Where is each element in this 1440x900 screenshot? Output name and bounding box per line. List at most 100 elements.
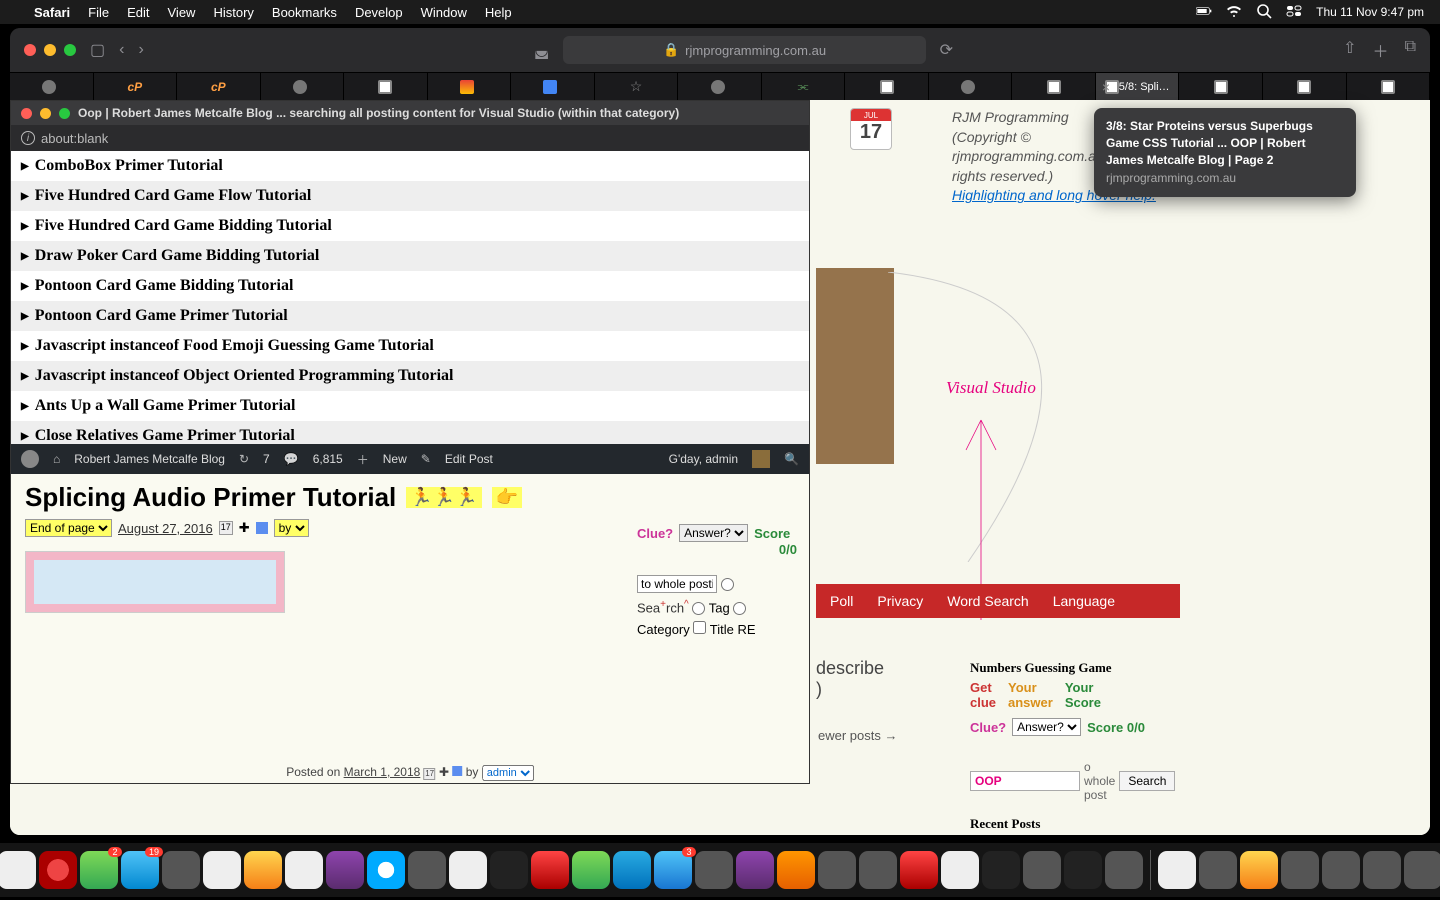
dock-app-mail[interactable]: 19 [121, 851, 159, 889]
dock-app[interactable] [941, 851, 979, 889]
wifi-icon[interactable] [1226, 3, 1242, 22]
dock-app-calendar[interactable] [285, 851, 323, 889]
menu-develop[interactable]: Develop [355, 5, 403, 20]
dock-app[interactable] [613, 851, 651, 889]
site-name[interactable]: Robert James Metcalfe Blog [74, 452, 225, 466]
post-date[interactable]: August 27, 2016 [118, 521, 213, 536]
menu-bookmarks[interactable]: Bookmarks [272, 5, 337, 20]
dock-app-opera[interactable] [39, 851, 77, 889]
dock-app-safari[interactable] [367, 851, 405, 889]
dock-app[interactable] [326, 851, 364, 889]
placement-select[interactable]: End of page [25, 519, 112, 537]
dock-app[interactable] [736, 851, 774, 889]
nav-poll[interactable]: Poll [830, 593, 853, 609]
updates-icon[interactable]: ↻ [239, 452, 249, 466]
radio-search[interactable] [692, 602, 705, 615]
wordpress-icon[interactable] [21, 450, 39, 468]
result-row[interactable]: Five Hundred Card Game Bidding Tutorial [11, 211, 809, 241]
menu-edit[interactable]: Edit [127, 5, 149, 20]
blue-square-icon[interactable] [452, 766, 462, 776]
plus-icon[interactable]: ＋ [357, 451, 369, 468]
popup-zoom-button[interactable] [59, 108, 70, 119]
browser-tab[interactable] [428, 73, 512, 100]
radio-whole[interactable] [721, 578, 734, 591]
shield-icon[interactable]: ◛ [534, 40, 550, 60]
dock-app[interactable] [572, 851, 610, 889]
answer-select[interactable]: Answer? [679, 524, 748, 542]
dock-item[interactable] [1322, 851, 1360, 889]
tabs-overview-icon[interactable]: ⧉ [1405, 38, 1416, 62]
popup-minimize-button[interactable] [40, 108, 51, 119]
result-row[interactable]: Pontoon Card Game Primer Tutorial [11, 301, 809, 331]
greeting[interactable]: G'day, admin [669, 452, 738, 466]
home-icon[interactable]: ⌂ [53, 452, 60, 466]
emoji-box[interactable]: 🏃🏃🏃 [406, 487, 481, 508]
dock-app[interactable] [859, 851, 897, 889]
edit-post-label[interactable]: Edit Post [445, 452, 493, 466]
dock-app[interactable] [818, 851, 856, 889]
pointing-icon[interactable]: 👉 [492, 487, 522, 508]
result-row[interactable]: Draw Poker Card Game Bidding Tutorial [11, 241, 809, 271]
nav-language[interactable]: Language [1053, 593, 1115, 609]
browser-tab[interactable] [511, 73, 595, 100]
dock-app-music[interactable] [531, 851, 569, 889]
newer-posts-link[interactable]: ewer posts → [818, 728, 897, 743]
plus-icon[interactable]: ✚ [239, 520, 250, 536]
result-row[interactable]: Javascript instanceof Object Oriented Pr… [11, 361, 809, 391]
dock-app-terminal[interactable] [982, 851, 1020, 889]
browser-tab[interactable] [929, 73, 1013, 100]
dock-app-firefox[interactable] [777, 851, 815, 889]
dock-app[interactable] [449, 851, 487, 889]
control-center-icon[interactable] [1286, 3, 1302, 22]
result-row[interactable]: Ants Up a Wall Game Primer Tutorial [11, 391, 809, 421]
popup-address-bar[interactable]: i about:blank [11, 125, 809, 151]
back-button[interactable]: ‹ [119, 41, 124, 59]
search-button[interactable]: Search [1119, 771, 1175, 791]
search-icon[interactable]: 🔍 [784, 452, 799, 466]
dock-item[interactable] [1240, 851, 1278, 889]
menu-help[interactable]: Help [485, 5, 512, 20]
result-row[interactable]: ComboBox Primer Tutorial [11, 151, 809, 181]
dock-item[interactable] [1363, 851, 1401, 889]
blue-square-icon[interactable] [256, 522, 268, 534]
browser-tab[interactable]: ☆ [595, 73, 679, 100]
browser-tab[interactable] [1179, 73, 1263, 100]
by-select[interactable]: by [274, 519, 309, 537]
dock-app-filezilla[interactable] [900, 851, 938, 889]
browser-tab[interactable] [1347, 73, 1431, 100]
results-list[interactable]: ComboBox Primer Tutorial Five Hundred Car… [11, 151, 809, 444]
new-label[interactable]: New [383, 452, 407, 466]
new-tab-icon[interactable]: ＋ [1373, 38, 1389, 62]
radio-tag[interactable] [733, 602, 746, 615]
browser-tab[interactable]: cP [177, 73, 261, 100]
result-row[interactable]: Javascript instanceof Food Emoji Guessin… [11, 331, 809, 361]
dock-item[interactable] [1281, 851, 1319, 889]
cal-mini-icon[interactable]: 17 [424, 768, 436, 780]
forward-button[interactable]: › [138, 41, 143, 59]
post-thumbnail[interactable] [25, 551, 285, 613]
cal-mini-icon[interactable]: 17 [219, 521, 233, 535]
checkbox-category[interactable] [693, 621, 706, 634]
dock-item[interactable] [1199, 851, 1237, 889]
close-tab-icon[interactable]: × [1102, 79, 1110, 95]
nav-word-search[interactable]: Word Search [947, 593, 1028, 609]
dock-item[interactable] [1404, 851, 1440, 889]
browser-tab[interactable] [344, 73, 428, 100]
avatar[interactable] [752, 450, 770, 468]
dock-app[interactable] [203, 851, 241, 889]
menu-file[interactable]: File [88, 5, 109, 20]
clock[interactable]: Thu 11 Nov 9:47 pm [1316, 5, 1424, 19]
address-bar[interactable]: 🔒 rjmprogramming.com.au [563, 36, 925, 64]
browser-tab-active[interactable]: × 5/8: Spli… [1096, 73, 1180, 100]
dock-app[interactable] [408, 851, 446, 889]
dock-app-intellij[interactable] [1064, 851, 1102, 889]
menu-view[interactable]: View [168, 5, 196, 20]
battery-icon[interactable] [1196, 3, 1212, 22]
browser-tab[interactable] [1263, 73, 1347, 100]
dock-app-appstore[interactable]: 3 [654, 851, 692, 889]
comments-icon[interactable]: 💬 [284, 452, 299, 466]
browser-tab[interactable] [678, 73, 762, 100]
dock-app[interactable] [0, 851, 36, 889]
popup-close-button[interactable] [21, 108, 32, 119]
minimize-window-button[interactable] [44, 44, 56, 56]
